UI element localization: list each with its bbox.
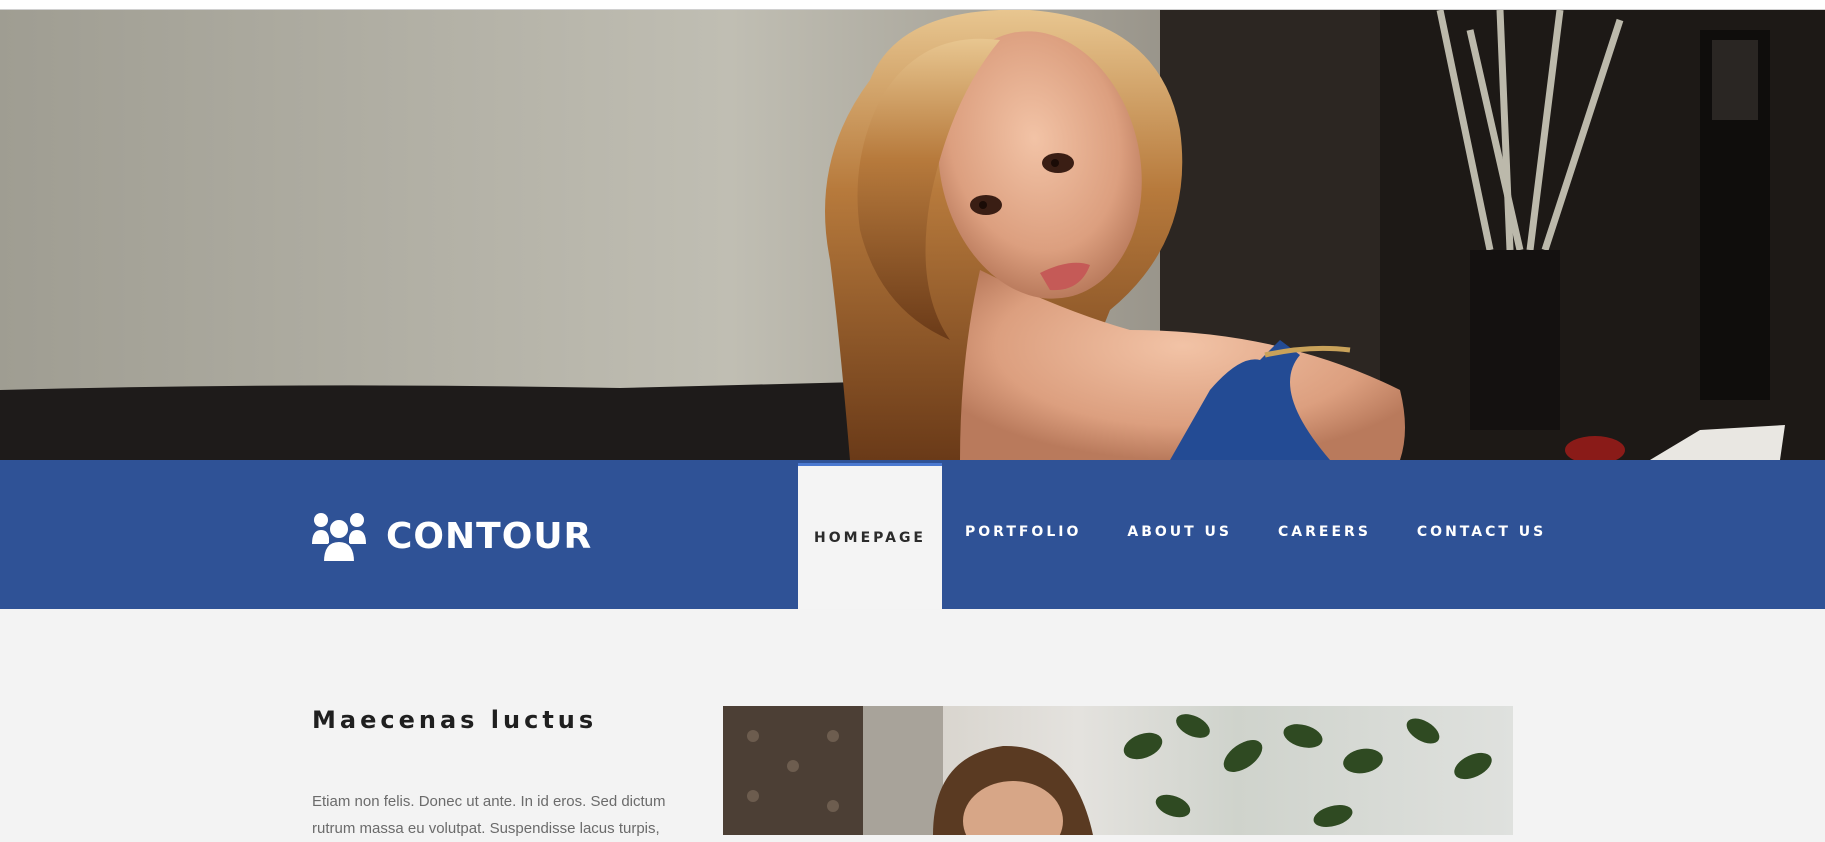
content-photo — [723, 706, 1492, 835]
users-group-icon — [312, 513, 366, 562]
hero-banner-image — [0, 10, 1825, 460]
brand-name: CONTOUR — [386, 515, 593, 557]
hero-photo — [0, 10, 1825, 460]
content-heading: Maecenas luctus — [312, 706, 598, 734]
nav-item-homepage[interactable]: HOMEPAGE — [798, 463, 942, 609]
primary-nav: HOMEPAGE PORTFOLIO ABOUT US CAREERS CONT… — [798, 460, 1569, 609]
content-paragraph: Etiam non felis. Donec ut ante. In id er… — [312, 793, 666, 837]
nav-item-contact-us[interactable]: CONTACT US — [1394, 460, 1569, 609]
nav-item-about-us[interactable]: ABOUT US — [1104, 460, 1255, 609]
content-image — [723, 706, 1513, 835]
top-strip — [0, 0, 1825, 10]
nav-item-portfolio[interactable]: PORTFOLIO — [942, 460, 1104, 609]
main-navbar: CONTOUR HOMEPAGE PORTFOLIO ABOUT US CARE… — [0, 460, 1825, 609]
brand-logo[interactable]: CONTOUR — [312, 506, 592, 566]
nav-item-careers[interactable]: CAREERS — [1255, 460, 1394, 609]
